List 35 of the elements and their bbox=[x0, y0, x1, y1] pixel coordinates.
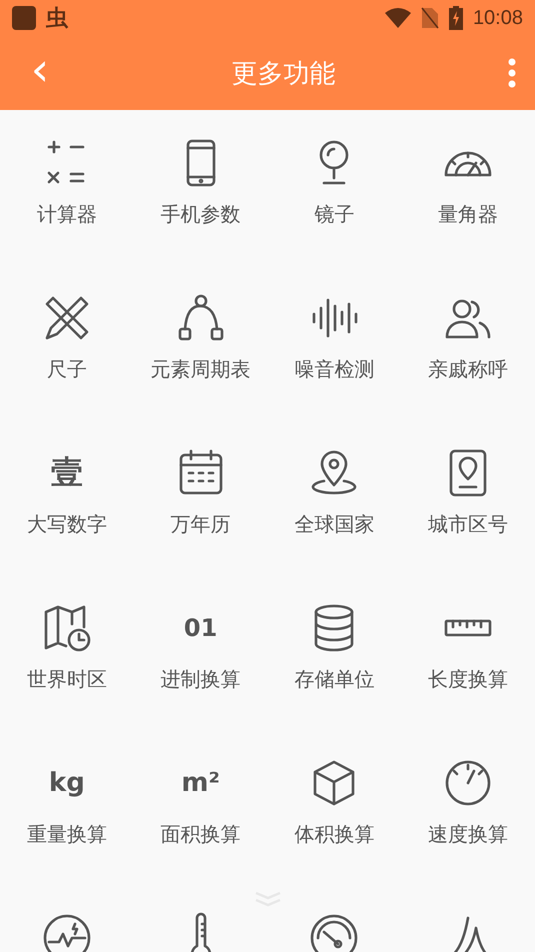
tool-label[interactable]: 存储单位 bbox=[294, 666, 374, 693]
no-sim-icon bbox=[420, 7, 439, 29]
tool-label[interactable]: 全球国家 bbox=[294, 511, 374, 538]
heart-rate-icon bbox=[40, 912, 93, 952]
page-title: 更多功能 bbox=[232, 58, 336, 90]
tool-label[interactable]: 面积换算 bbox=[160, 821, 241, 848]
tool-label[interactable]: 长度换算 bbox=[428, 666, 508, 693]
tool-label[interactable]: 万年历 bbox=[170, 511, 231, 538]
glyph-icon: 壹 bbox=[50, 447, 83, 499]
app-icon bbox=[12, 6, 36, 30]
app-notification-glyph: 虫 bbox=[46, 5, 68, 33]
tool-label[interactable]: 镜子 bbox=[314, 201, 354, 228]
tool-label[interactable]: 尺子 bbox=[46, 356, 87, 383]
tool-label[interactable]: 进制换算 bbox=[160, 666, 241, 693]
tool-label[interactable]: 元素周期表 bbox=[150, 356, 251, 383]
tool-label[interactable]: 噪音检测 bbox=[294, 356, 374, 383]
tool-label[interactable]: 计算器 bbox=[36, 201, 97, 228]
battery-charging-icon bbox=[448, 6, 463, 30]
speedometer-icon bbox=[308, 912, 360, 952]
tool-label[interactable]: 速度换算 bbox=[428, 821, 508, 848]
more-menu-icon[interactable] bbox=[507, 58, 517, 88]
wifi-icon bbox=[384, 8, 411, 28]
tool-label[interactable]: 重量换算 bbox=[26, 821, 107, 848]
tool-label[interactable]: 体积换算 bbox=[294, 821, 374, 848]
tool-label[interactable]: 量角器 bbox=[438, 201, 498, 228]
tool-label[interactable]: 城市区号 bbox=[428, 511, 508, 538]
tool-label[interactable]: 世界时区 bbox=[26, 666, 107, 693]
glyph-icon: 01 bbox=[184, 602, 218, 654]
glyph-icon: kg bbox=[48, 757, 85, 809]
ruler-icon bbox=[442, 619, 494, 637]
tool-label[interactable]: 手机参数 bbox=[160, 201, 241, 228]
tool-label[interactable]: 大写数字 bbox=[26, 511, 107, 538]
glyph-icon: m² bbox=[181, 757, 220, 809]
clock-time: 10:08 bbox=[472, 6, 523, 30]
tool-label[interactable]: 亲戚称呼 bbox=[428, 356, 508, 383]
